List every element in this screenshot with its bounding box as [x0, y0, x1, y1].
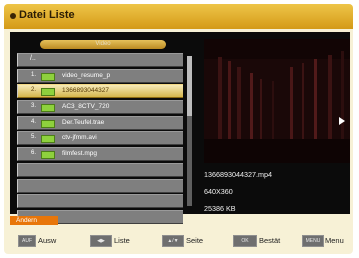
key-left-right: ◀▶	[90, 235, 112, 247]
scrollbar-thumb[interactable]	[187, 56, 192, 116]
item-number: 2.	[31, 87, 37, 94]
key-ok: OK	[233, 235, 257, 247]
title-bar: Datei Liste	[4, 4, 353, 29]
legend-label: Seite	[186, 236, 204, 245]
window-title: Datei Liste	[19, 9, 75, 21]
parent-folder-label: /..	[30, 55, 36, 62]
content-panel: Video /.. 1. video_resume_p 2. 136689304…	[10, 32, 350, 224]
info-filename: 1366893044327.mp4	[204, 170, 272, 179]
item-name: ctv-jfmm.avi	[62, 134, 97, 142]
key-up-down: ▲/▼	[162, 235, 184, 247]
list-item[interactable]: 5. ctv-jfmm.avi	[17, 131, 183, 146]
list-item-selected[interactable]: 2. 1366893044327	[17, 84, 183, 99]
file-icon	[41, 72, 55, 81]
file-icon	[41, 151, 55, 160]
video-preview	[204, 39, 350, 163]
list-item[interactable]: 4. Der.Teufel.trae	[17, 115, 183, 130]
item-number: 1.	[31, 71, 37, 78]
file-icon	[41, 104, 55, 113]
list-item-empty[interactable]	[17, 162, 183, 177]
bullet-icon	[10, 13, 16, 19]
file-list: /.. 1. video_resume_p 2. 1366893044327 3…	[17, 53, 183, 226]
item-name: filmfest.mpg	[62, 150, 98, 158]
file-icon	[41, 88, 55, 97]
item-number: 5.	[31, 134, 37, 141]
key-menu: MENU	[302, 235, 324, 247]
video-frame	[204, 39, 350, 163]
list-item[interactable]: 3. AC3_8CTV_720	[17, 100, 183, 115]
file-icon	[41, 119, 55, 128]
file-icon	[41, 135, 55, 144]
item-name: video_resume_p	[62, 71, 111, 79]
list-item[interactable]: 1. video_resume_p	[17, 68, 183, 83]
list-item-parent[interactable]: /..	[17, 53, 183, 67]
legend-label: Liste	[114, 236, 130, 245]
key-auf: AUF	[18, 235, 36, 247]
list-item-empty[interactable]	[17, 178, 183, 193]
list-item-empty[interactable]	[17, 194, 183, 209]
item-number: 6.	[31, 150, 37, 157]
legend-label: Menu	[325, 236, 344, 245]
item-name: AC3_8CTV_720	[62, 103, 110, 111]
item-name: 1366893044327	[62, 87, 109, 95]
legend-label: Ausw	[38, 236, 57, 245]
key-legend: AUF Ausw ◀▶ Liste ▲/▼ Seite OK Bestät ME…	[4, 235, 353, 247]
change-button[interactable]: Ändern	[10, 216, 58, 225]
play-icon	[339, 117, 345, 125]
item-name: Der.Teufel.trae	[62, 118, 105, 126]
info-size: 25386 KB	[204, 204, 236, 213]
item-number: 4.	[31, 118, 37, 125]
legend-label: Bestät	[259, 236, 281, 245]
list-item[interactable]: 6. filmfest.mpg	[17, 147, 183, 162]
folder-tab[interactable]: Video	[40, 40, 166, 49]
info-resolution: 640X360	[204, 187, 233, 196]
item-number: 3.	[31, 103, 37, 110]
file-list-window: Datei Liste Video /.. 1. video_resume_p …	[4, 4, 353, 254]
